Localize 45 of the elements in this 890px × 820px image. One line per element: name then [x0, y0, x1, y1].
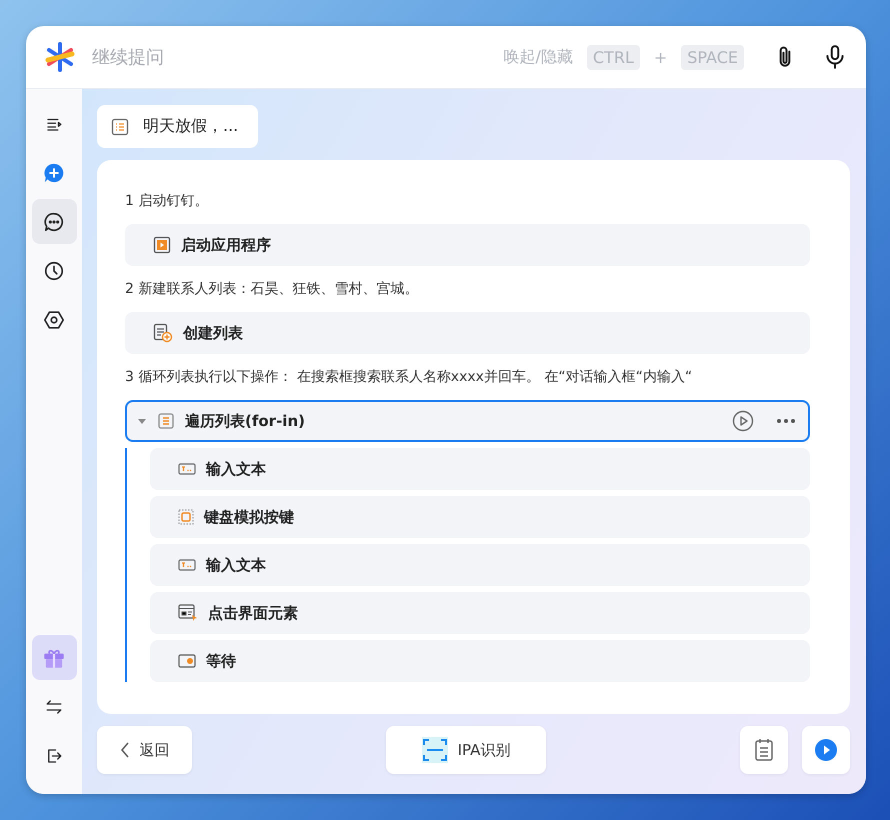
action-row[interactable]: 创建列表 — [125, 312, 810, 354]
caret-icon — [137, 416, 147, 426]
action-row[interactable]: 启动应用程序 — [125, 224, 810, 266]
app-logo-icon — [44, 41, 76, 73]
chevron-left-icon — [120, 741, 130, 759]
recognize-button[interactable]: IPA识别 — [386, 726, 546, 774]
action-row[interactable]: 点击界面元素 — [150, 592, 810, 634]
loop-action-row[interactable]: 遍历列表(for-in) — [125, 400, 810, 442]
more-icon — [776, 418, 796, 424]
swap-arrows-icon — [45, 698, 63, 716]
step-description: 1 启动钉钉。 — [125, 192, 210, 211]
action-row[interactable]: 输入文本 — [150, 544, 810, 586]
wait-icon — [178, 654, 196, 668]
new-chat-icon — [43, 162, 65, 184]
key-label: CTRL — [586, 44, 640, 70]
key-label: SPACE — [681, 44, 744, 70]
scan-icon — [422, 737, 448, 763]
sidebar-button[interactable] — [32, 199, 76, 244]
shortcut-label: 唤起/隐藏 — [503, 46, 573, 68]
clipboard-icon — [754, 738, 774, 762]
settings-icon — [43, 308, 65, 330]
text-field-icon — [178, 559, 196, 571]
logout-icon — [45, 746, 63, 764]
text-field-icon — [178, 463, 196, 475]
action-row[interactable]: 键盘模拟按键 — [150, 496, 810, 538]
action-row[interactable]: 输入文本 — [150, 448, 810, 490]
play-window-icon — [153, 236, 171, 254]
run-button[interactable] — [802, 726, 850, 774]
task-tab[interactable]: 明天放假，... — [97, 105, 258, 148]
list-icon — [111, 118, 129, 136]
key-press-icon — [178, 509, 194, 525]
list-add-icon — [153, 323, 173, 343]
clock-icon — [43, 260, 65, 282]
chat-bubble-icon — [43, 210, 65, 232]
play-icon — [732, 410, 754, 432]
click-element-icon — [178, 604, 198, 622]
step-description: 3 循环列表执行以下操作： 在搜索框搜索联系人名称xxxx并回车。 在“对话输入框“内输入“ — [125, 368, 694, 387]
question-input-field[interactable]: 继续提问 — [90, 46, 490, 68]
loop-list-icon — [157, 412, 175, 430]
back-button[interactable]: 返回 — [97, 726, 192, 774]
plus-sign: + — [654, 48, 668, 66]
notes-button[interactable] — [740, 726, 788, 774]
action-row[interactable]: 等待 — [150, 640, 810, 682]
step-description: 2 新建联系人列表：石昊、狂铁、雪村、宫城。 — [125, 280, 420, 299]
play-icon — [815, 739, 837, 761]
